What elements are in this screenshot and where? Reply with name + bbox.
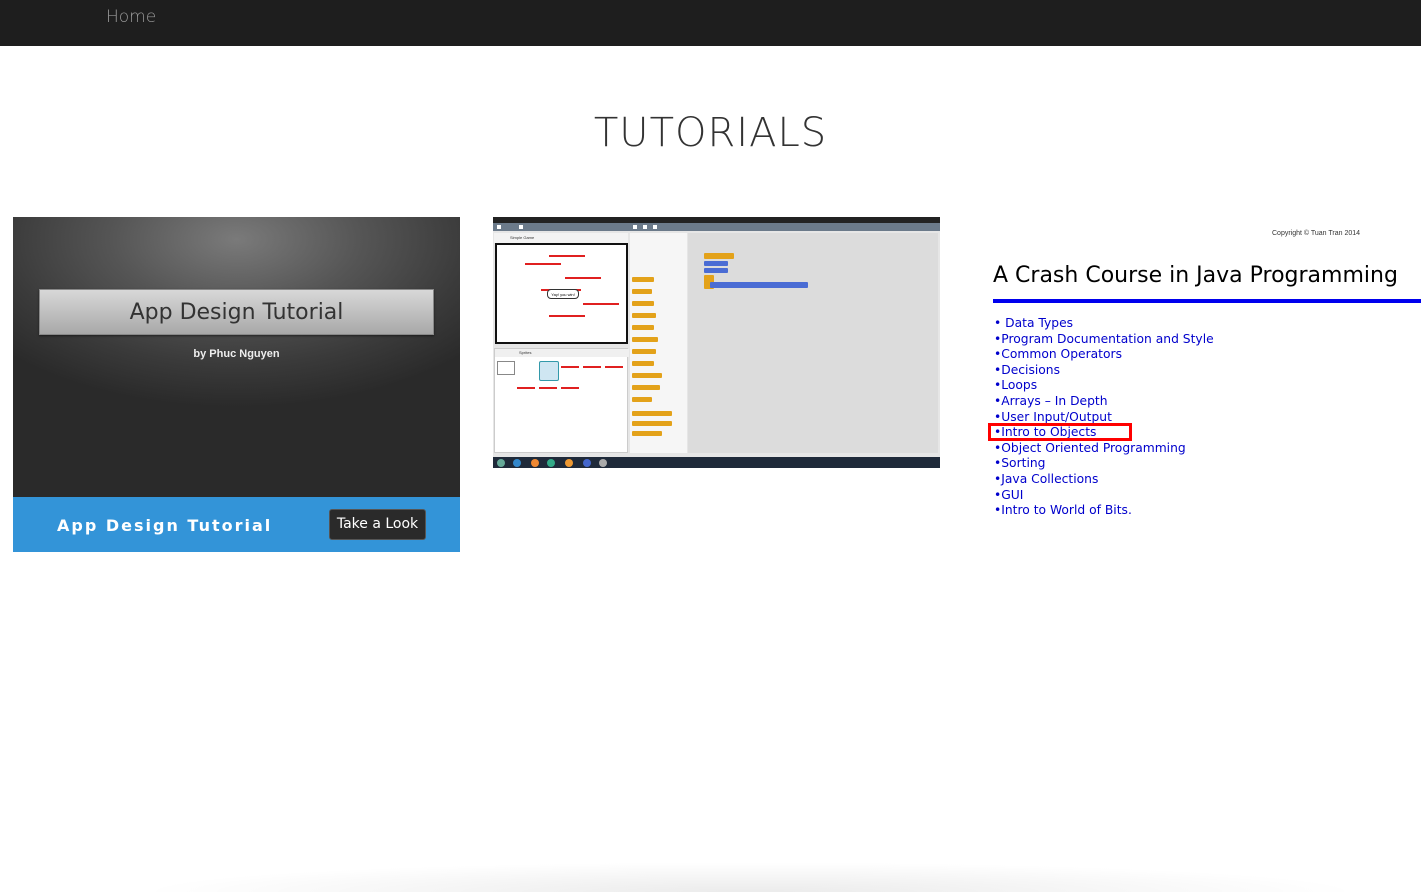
topic-item[interactable]: •Program Documentation and Style xyxy=(994,332,1214,348)
nav-home-link[interactable]: Home xyxy=(106,7,156,27)
topic-item[interactable]: •Loops xyxy=(994,378,1214,394)
windows-taskbar xyxy=(493,457,940,468)
highlight-box xyxy=(988,423,1132,441)
tutorial-card-java-course[interactable]: Copyright © Tuan Tran 2014 A Crash Cours… xyxy=(980,217,1421,537)
tutorial-card-app-design[interactable]: App Design Tutorial by Phuc Nguyen App D… xyxy=(13,217,460,552)
topic-item[interactable]: •Common Operators xyxy=(994,347,1214,363)
java-course-title: A Crash Course in Java Programming xyxy=(993,263,1398,288)
tutorial-card-scratch-thumbnail[interactable]: Simple Game Yay! you win! Sprites xyxy=(493,217,940,468)
scratch-menubar xyxy=(493,223,940,231)
topic-item[interactable]: •Intro to World of Bits. xyxy=(994,503,1214,519)
topic-item[interactable]: • Data Types xyxy=(994,316,1214,332)
thumbnail-banner-title: App Design Tutorial xyxy=(39,289,434,335)
copyright-text: Copyright © Tuan Tran 2014 xyxy=(1272,230,1361,237)
footer-shadow xyxy=(140,862,1360,892)
app-design-thumbnail[interactable]: App Design Tutorial by Phuc Nguyen xyxy=(13,217,460,497)
topic-item[interactable]: •Sorting xyxy=(994,456,1214,472)
page-title: TUTORIALS xyxy=(593,110,828,156)
top-navbar: Home xyxy=(0,0,1421,46)
topic-item[interactable]: •Object Oriented Programming xyxy=(994,441,1214,457)
scratch-sprites-pane: Sprites xyxy=(494,348,629,453)
scratch-script-area xyxy=(688,233,938,453)
scratch-block-palette xyxy=(630,233,687,453)
take-a-look-button[interactable]: Take a Look xyxy=(329,509,426,540)
scratch-stage: Yay! you win! xyxy=(495,243,628,344)
topic-item[interactable]: •Decisions xyxy=(994,363,1214,379)
topic-item[interactable]: •Java Collections xyxy=(994,472,1214,488)
java-topic-list: • Data Types •Program Documentation and … xyxy=(994,316,1214,519)
card-caption-bar: App Design Tutorial Take a Look xyxy=(13,497,460,552)
card-caption-title: App Design Tutorial xyxy=(57,516,273,535)
topic-item[interactable]: •Arrays – In Depth xyxy=(994,394,1214,410)
scratch-stage-header: Simple Game xyxy=(494,233,628,243)
speech-bubble: Yay! you win! xyxy=(547,289,579,299)
topic-item[interactable]: •GUI xyxy=(994,488,1214,504)
title-divider xyxy=(993,299,1421,303)
thumbnail-byline: by Phuc Nguyen xyxy=(193,348,280,360)
